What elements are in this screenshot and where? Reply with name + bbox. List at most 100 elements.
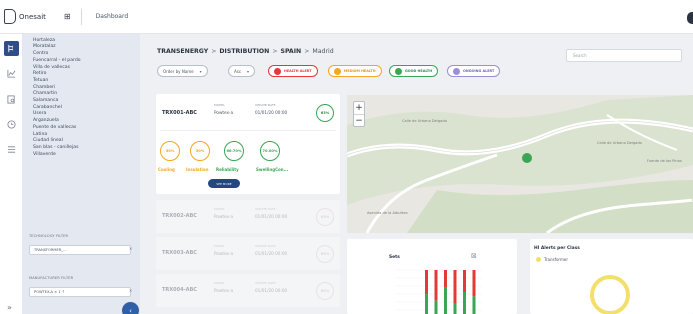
bar-red-segment [434,270,438,301]
chevron-down-icon: ▾ [199,68,202,74]
bar-green-segment [425,294,428,314]
location-list: VicalvaroHortalezaMoratalazCentroFuencar… [33,34,137,158]
manufacturer-filter-clear-icon[interactable]: × [129,288,132,293]
location-item[interactable]: Villaverde [33,152,137,159]
model-label: MODEL [214,281,225,285]
update-date-label: UPDATE DATE [255,281,276,285]
sort-direction-select[interactable]: Asc ▾ [228,65,256,77]
ongoing-alert-dot [453,67,460,75]
asset-card[interactable]: TRX003-ABC MODEL Powtex-a UPDATE DATE 01/01/… [156,237,340,270]
health-alert-label: HEALTH ALERT [284,69,312,73]
crumb-separator: > [304,48,310,55]
metric-label: Insulation [186,167,209,172]
map-zoom-control: + − [353,101,365,127]
hierarchy-breadcrumb: TRANSENERGY > DISTRIBUTION > SPAIN > Madrid [157,48,334,55]
good-health-filter[interactable]: GOOD HEALTH [389,65,439,77]
good-health-label: GOOD HEALTH [405,69,433,73]
location-item[interactable]: Villa de vallecas [33,65,137,72]
map-place-label: Fuente de las Pinas [647,159,682,163]
user-avatar-icon[interactable] [687,12,693,24]
nav-rail: » [0,34,23,314]
zoom-in-button[interactable]: + [354,102,364,114]
order-by-select[interactable]: Order by Name ▾ [157,65,208,77]
asset-list: TRX001-ABC MODEL Powtex-a UPDATE DATE 01… [156,94,340,314]
ongoing-alert-filter[interactable]: ONGOING ALERT [447,65,501,77]
assets-icon [8,44,13,53]
asset-card[interactable]: TRX001-ABC MODEL Powtex-a UPDATE DATE 01… [156,94,340,194]
health-alert-dot [274,67,281,75]
legend-dot [536,257,541,262]
expand-rail-icon[interactable]: » [7,303,12,312]
location-item[interactable]: Ciudad lineal [33,138,137,145]
history-nav-icon[interactable] [4,117,19,132]
legend-transformer: Transformer [544,257,569,262]
location-item[interactable]: Moratalaz [33,44,137,51]
bar-red-segment [444,270,447,288]
metric-label: Cooling [158,167,175,172]
topbar-breadcrumb[interactable]: Dashboard [96,13,129,20]
asset-card[interactable]: TRX004-ABC MODEL Powtex-a UPDATE DATE 01/01/… [156,274,340,307]
card-divider [160,130,336,131]
document-search-icon [7,95,15,104]
analytics-nav-icon[interactable] [4,66,19,81]
model-value: Powtex-a [214,214,234,219]
list-icon [7,146,16,153]
crumb-distribution[interactable]: DISTRIBUTION [219,48,269,55]
order-by-label: Order by Name [163,68,194,74]
manufacturer-filter-select[interactable]: POWTEX-A × 1 ↑ [29,287,131,297]
apps-grid-icon[interactable]: ⊞ [64,12,71,21]
asset-name: TRX003-ABC [162,250,197,256]
asset-name: TRX004-ABC [162,287,197,293]
update-date-value: 01/01/20 00:00 [255,251,288,256]
update-date-value: 01/01/20 00:00 [255,288,288,293]
top-bar: Onesait ⊞ Dashboard [0,0,693,34]
sets-bar-chart [397,269,482,314]
model-label: MODEL [214,207,225,211]
alerts-donut-chart [590,275,630,314]
reports-nav-icon[interactable] [4,92,19,107]
model-value: Powtex-a [214,251,234,256]
technology-filter-clear-icon[interactable]: × [129,246,132,251]
search-input[interactable]: Search [566,49,682,62]
metric-ring: 50% [190,141,210,161]
location-item[interactable]: Fuencarral - el pardo [33,58,137,65]
location-item[interactable]: Puente de vallecas [33,125,137,132]
model-value: Powtex-a [214,110,234,115]
bar-green-segment [463,292,466,314]
health-alert-filter[interactable]: HEALTH ALERT [268,65,318,77]
metric-label: Reliability [216,167,239,172]
asset-name: TRX002-ABC [162,213,197,219]
model-label: MODEL [214,244,225,248]
onesait-logo[interactable] [4,9,16,24]
crumb-spain[interactable]: SPAIN [281,48,302,55]
bar-green-segment [434,300,438,314]
location-item[interactable]: Carabanchel [33,105,137,112]
crumb-separator: > [272,48,278,55]
topbar-divider [80,8,82,25]
location-item[interactable]: San blas - canillejas [33,145,137,152]
asset-map-marker[interactable] [522,153,532,163]
list-nav-icon[interactable] [4,142,19,157]
zoom-out-button[interactable]: − [354,114,364,126]
location-item[interactable]: Tetuan [33,78,137,85]
collapse-panel-button[interactable]: ‹ [122,302,139,314]
location-item[interactable]: Salamanca [33,98,137,105]
location-item[interactable]: Centro [33,51,137,58]
asset-card[interactable]: TRX002-ABC MODEL Powtex-a UPDATE DATE 01/01/… [156,200,340,233]
technology-filter-select[interactable]: TRANSFORMER_... [29,245,131,255]
location-item[interactable]: Arganzuela [33,118,137,125]
asset-map[interactable]: + − Calle de Urbano Delgado Calle de Urb… [347,95,693,233]
update-date-label: UPDATE DATE [255,207,276,211]
close-icon[interactable]: ⊠ [471,252,477,260]
main-content: TRANSENERGY > DISTRIBUTION > SPAIN > Madrid Se… [140,34,693,314]
medium-health-filter[interactable]: MEDIUM HEALTH [328,65,382,77]
see-more-button[interactable]: SEE MORE [208,179,240,188]
assets-nav-icon[interactable] [4,41,19,56]
chevron-down-icon: ▾ [247,68,250,74]
line-chart-icon [7,69,16,78]
update-date-value: 01/01/20 00:00 [255,214,288,219]
manufacturer-filter-label: MANUFACTURER FILTER [29,276,74,280]
crumb-transenergy[interactable]: TRANSENERGY [157,48,208,55]
ongoing-alert-label: ONGOING ALERT [463,69,495,73]
location-item[interactable]: Retiro [33,71,137,78]
